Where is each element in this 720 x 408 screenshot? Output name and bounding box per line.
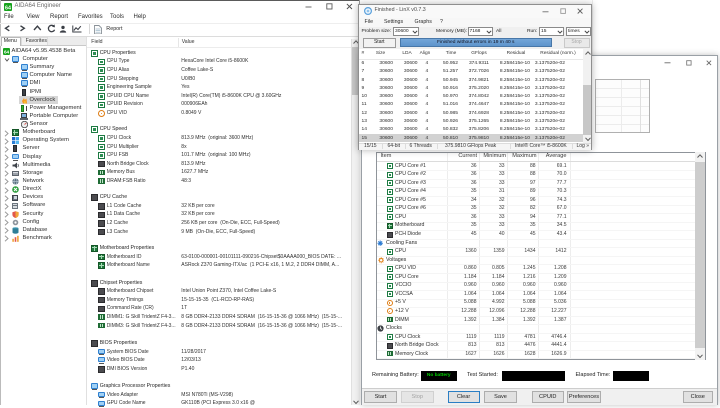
svg-text:64: 64 bbox=[5, 5, 11, 11]
svg-text:64: 64 bbox=[4, 49, 10, 54]
